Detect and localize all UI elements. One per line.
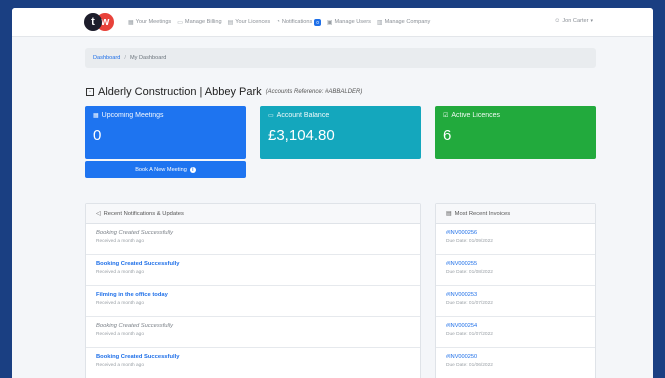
nav-notifications[interactable]: ◔ Notifications 0	[276, 18, 321, 26]
building-icon: ▥	[376, 19, 383, 26]
invoice-number-link[interactable]: #INV000250	[446, 354, 585, 360]
list-item[interactable]: Booking Created Successfully Received a …	[86, 224, 420, 255]
invoice-number-link[interactable]: #INV000254	[446, 323, 585, 329]
user-menu[interactable]: ☺ Jon Carter ▾	[554, 18, 593, 24]
users-icon: ▣	[326, 19, 333, 26]
card-label-row: ▭ Account Balance	[268, 112, 413, 119]
notification-time: Received a month ago	[96, 301, 144, 306]
list-item[interactable]: #INV000255 Due Date: 01/08/2022	[436, 255, 595, 286]
notification-time: Received a month ago	[96, 270, 144, 275]
nav-label: Manage Company	[384, 19, 431, 25]
card-value: 0	[93, 127, 102, 144]
nav-label: Your Licences	[235, 19, 271, 25]
invoice-number-link[interactable]: #INV000253	[446, 292, 585, 298]
button-label: Book A New Meeting	[135, 166, 187, 173]
invoice-number-link[interactable]: #INV000255	[446, 261, 585, 267]
notification-title[interactable]: Filming in the office today	[96, 292, 410, 298]
panel-title: Most Recent Invoices	[454, 210, 511, 217]
chevron-down-icon: ▾	[590, 18, 593, 24]
calendar-icon: ▦	[128, 19, 134, 26]
nav-label: Notifications	[281, 19, 313, 25]
breadcrumb-separator: /	[124, 55, 126, 61]
card-label-row: ▦ Upcoming Meetings	[93, 112, 238, 119]
invoice-due-date: Due Date: 01/09/2022	[446, 239, 493, 244]
app-window: t w ▦ Your Meetings ▭ Manage Billing ▤ Y…	[12, 8, 653, 378]
licence-icon: ▤	[227, 19, 234, 26]
nav-label: Your Meetings	[135, 19, 172, 25]
list-item[interactable]: #INV000256 Due Date: 01/09/2022	[436, 224, 595, 255]
notifications-panel: ◁ Recent Notifications & Updates Booking…	[85, 203, 421, 378]
card-value: 6	[443, 127, 452, 144]
list-item[interactable]: Booking Created Successfully Received a …	[86, 348, 420, 378]
brand-logo[interactable]: t w	[84, 11, 116, 33]
breadcrumb: Dashboard / My Dashboard	[85, 48, 596, 68]
logo-t: t	[84, 13, 102, 31]
list-item[interactable]: Booking Created Successfully Received a …	[86, 317, 420, 348]
breadcrumb-dashboard-link[interactable]: Dashboard	[93, 55, 120, 61]
nav-menu: ▦ Your Meetings ▭ Manage Billing ▤ Your …	[128, 8, 436, 36]
nav-manage-users[interactable]: ▣ Manage Users	[327, 19, 371, 26]
card-label: Active Licences	[451, 112, 501, 119]
notification-time: Received a month ago	[96, 332, 144, 337]
invoice-due-date: Due Date: 01/07/2022	[446, 332, 493, 337]
invoice-number-link[interactable]: #INV000256	[446, 230, 585, 236]
page-title: Alderly Construction | Abbey Park	[98, 86, 262, 98]
info-icon: i	[189, 166, 196, 173]
top-navbar: t w ▦ Your Meetings ▭ Manage Billing ▤ Y…	[12, 8, 653, 37]
user-name: Jon Carter	[562, 18, 589, 24]
panel-title: Recent Notifications & Updates	[103, 210, 184, 217]
notification-title[interactable]: Booking Created Successfully	[96, 261, 410, 267]
nav-your-licences[interactable]: ▤ Your Licences	[228, 19, 271, 26]
notification-time: Received a month ago	[96, 239, 144, 244]
billing-icon: ▭	[177, 19, 183, 26]
nav-manage-billing[interactable]: ▭ Manage Billing	[177, 19, 221, 26]
invoice-due-date: Due Date: 01/06/2022	[446, 363, 493, 368]
card-label: Account Balance	[276, 112, 330, 119]
billing-icon: ▭	[268, 113, 274, 119]
page-heading: ▫ Alderly Construction | Abbey Park (Acc…	[86, 86, 362, 98]
building-square-icon: ▫	[86, 88, 94, 96]
calendar-icon: ▦	[93, 113, 99, 119]
list-item[interactable]: #INV000254 Due Date: 01/07/2022	[436, 317, 595, 348]
notification-time: Received a month ago	[96, 363, 144, 368]
panel-header: ▤ Most Recent Invoices	[436, 204, 595, 224]
nav-manage-company[interactable]: ▥ Manage Company	[377, 19, 430, 26]
nav-your-meetings[interactable]: ▦ Your Meetings	[128, 19, 171, 26]
notifications-badge: 0	[314, 18, 321, 26]
invoices-panel: ▤ Most Recent Invoices #INV000256 Due Da…	[435, 203, 596, 378]
card-label: Upcoming Meetings	[101, 112, 164, 119]
list-item[interactable]: Booking Created Successfully Received a …	[86, 255, 420, 286]
megaphone-icon: ◁	[96, 211, 101, 217]
notification-title: Booking Created Successfully	[96, 323, 174, 329]
invoice-due-date: Due Date: 01/08/2022	[446, 270, 493, 275]
user-icon: ☺	[554, 18, 561, 24]
card-value: £3,104.80	[268, 127, 335, 144]
account-reference: (Accounts Reference: #ABBALDER)	[265, 89, 363, 95]
invoice-icon: ▤	[446, 211, 452, 217]
panel-header: ◁ Recent Notifications & Updates	[86, 204, 420, 224]
active-licences-card[interactable]: ☑ Active Licences 6	[435, 106, 596, 159]
bell-icon: ◔	[276, 19, 280, 25]
list-item[interactable]: Filming in the office today Received a m…	[86, 286, 420, 317]
card-label-row: ☑ Active Licences	[443, 112, 588, 119]
list-item[interactable]: #INV000253 Due Date: 01/07/2022	[436, 286, 595, 317]
list-item[interactable]: #INV000250 Due Date: 01/06/2022	[436, 348, 595, 378]
notification-title[interactable]: Booking Created Successfully	[96, 354, 410, 360]
upcoming-meetings-card[interactable]: ▦ Upcoming Meetings 0	[85, 106, 246, 159]
account-balance-card[interactable]: ▭ Account Balance £3,104.80	[260, 106, 421, 159]
notification-title: Booking Created Successfully	[96, 230, 174, 236]
nav-label: Manage Billing	[184, 19, 222, 25]
book-new-meeting-button[interactable]: Book A New Meeting i	[85, 161, 246, 178]
nav-label: Manage Users	[334, 19, 371, 25]
licence-icon: ☑	[443, 113, 449, 119]
invoice-due-date: Due Date: 01/07/2022	[446, 301, 493, 306]
breadcrumb-current: My Dashboard	[129, 55, 167, 61]
